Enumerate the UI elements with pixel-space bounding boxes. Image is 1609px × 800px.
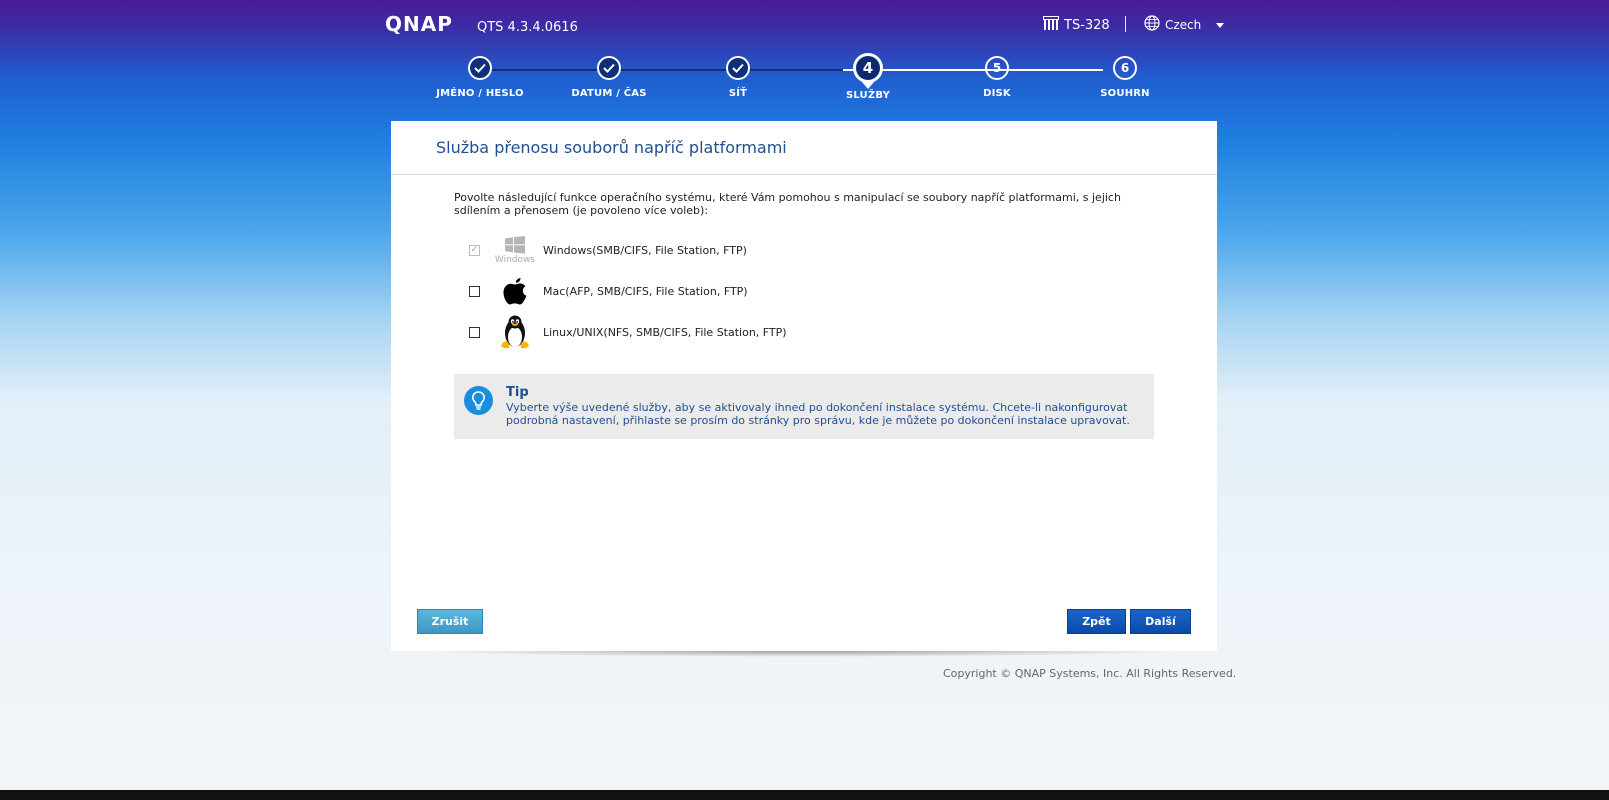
tux-icon [495,313,535,351]
version-label: QTS 4.3.4.0616 [477,20,578,35]
panel-shadow [425,651,1185,657]
os-option-linux: Linux/UNIX(NFS, SMB/CIFS, File Station, … [469,313,787,351]
step-number: 5 [985,56,1009,80]
cancel-button[interactable]: Zrušit [417,609,483,634]
step-label: DATUM / ČAS [571,88,647,99]
taskbar-edge [0,790,1609,800]
step-6: 6 SOUHRN [1060,50,1190,99]
language-selector[interactable]: Czech [1144,15,1225,34]
step-number: 4 [853,53,883,89]
step-label: DISK [983,88,1011,99]
page-title: Služba přenosu souborů napříč platformam… [436,138,787,157]
tip-body: Vyberte výše uvedené služby, aby se akti… [506,401,1130,427]
step-label: SLUŽBY [845,90,891,101]
globe-icon [1144,15,1160,34]
brand-text: QNAP [385,14,453,34]
copyright-text: Copyright © QNAP Systems, Inc. All Right… [943,667,1237,680]
step-label: SÍŤ [728,88,748,99]
chevron-down-icon [1216,23,1225,28]
intro-text: Povolte následující funkce operačního sy… [454,191,1121,217]
step-2: DATUM / ČAS [544,50,674,99]
check-icon [597,56,621,80]
next-button[interactable]: Další [1130,609,1191,634]
wizard-panel: Služba přenosu souborů napříč platformam… [391,121,1217,651]
step-5: 5 DISK [932,50,1062,99]
check-icon [726,56,750,80]
os-option-windows: ✓ Windows Windows(SMB/CIFS, File Station… [469,231,747,269]
linux-checkbox[interactable] [469,326,480,338]
step-4: 4 SLUŽBY [803,50,933,101]
header-separator [1125,16,1126,32]
step-1: JMÉNO / HESLO [415,50,545,99]
tip-title: Tip [506,385,529,400]
step-3: SÍŤ [673,50,803,99]
divider [391,174,1217,175]
header: QNAP QTS 4.3.4.0616 TS-328 Czech [385,12,1225,42]
linux-label: Linux/UNIX(NFS, SMB/CIFS, File Station, … [543,325,787,339]
lightbulb-icon [464,386,493,415]
step-label: JMÉNO / HESLO [436,88,524,99]
apple-icon [495,272,535,310]
nas-device-icon [1043,16,1059,35]
step-label: SOUHRN [1100,88,1150,99]
device-info: TS-328 [1043,16,1110,35]
back-button[interactable]: Zpět [1067,609,1126,634]
language-label: Czech [1165,17,1202,32]
os-option-mac: Mac(AFP, SMB/CIFS, File Station, FTP) [469,272,748,310]
wizard-stepper: JMÉNO / HESLO DATUM / ČAS SÍŤ 4 SLUŽBY 5… [380,50,1220,120]
windows-label: Windows(SMB/CIFS, File Station, FTP) [543,243,747,257]
step-number: 6 [1113,56,1137,80]
device-name: TS-328 [1064,18,1110,33]
windows-icon-text: Windows [494,254,536,265]
mac-label: Mac(AFP, SMB/CIFS, File Station, FTP) [543,284,748,298]
qnap-logo: QNAP [385,12,469,38]
windows-checkbox[interactable]: ✓ [469,244,480,256]
tip-box: Tip Vyberte výše uvedené služby, aby se … [454,374,1154,439]
mac-checkbox[interactable] [469,285,480,297]
windows-icon: Windows [495,231,535,269]
check-icon [468,56,492,80]
